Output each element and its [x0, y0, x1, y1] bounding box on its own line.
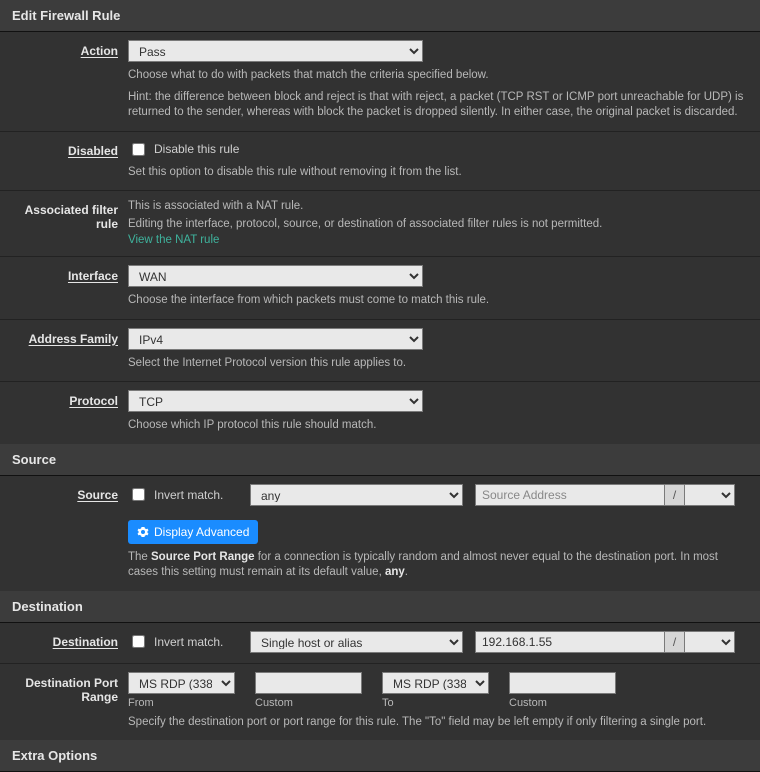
assoc-line1: This is associated with a NAT rule. [128, 199, 750, 215]
interface-select[interactable]: WAN [128, 265, 423, 287]
to-sublabel: To [382, 697, 489, 709]
destination-label: Destination [53, 635, 118, 649]
address-family-help: Select the Internet Protocol version thi… [128, 356, 750, 372]
gear-icon [137, 526, 149, 538]
destination-invert-label: Invert match. [154, 635, 223, 649]
action-help-1: Choose what to do with packets that matc… [128, 68, 750, 84]
destination-invert-checkbox[interactable] [132, 635, 145, 648]
display-advanced-button[interactable]: Display Advanced [128, 520, 258, 544]
associated-rule-label: Associated filter rule [25, 203, 118, 231]
interface-help: Choose the interface from which packets … [128, 293, 750, 309]
extra-options-header: Extra Options [0, 740, 760, 772]
disabled-label: Disabled [68, 144, 118, 158]
destination-cidr-select[interactable] [685, 631, 735, 653]
disable-rule-checkbox[interactable] [132, 143, 145, 156]
source-invert-checkbox[interactable] [132, 488, 145, 501]
slash-separator: / [665, 484, 685, 506]
protocol-help: Choose which IP protocol this rule shoul… [128, 418, 750, 434]
custom-sublabel-1: Custom [255, 697, 362, 709]
interface-label: Interface [68, 269, 118, 283]
dest-port-from-select[interactable]: MS RDP (3389) [128, 672, 235, 694]
from-sublabel: From [128, 697, 235, 709]
dest-port-range-label: Destination Port Range [25, 676, 118, 704]
dest-port-to-custom[interactable] [509, 672, 616, 694]
destination-panel-header: Destination [0, 591, 760, 623]
display-advanced-label: Display Advanced [154, 525, 249, 539]
custom-sublabel-2: Custom [509, 697, 616, 709]
protocol-select[interactable]: TCP [128, 390, 423, 412]
protocol-label: Protocol [69, 394, 118, 408]
view-nat-rule-link[interactable]: View the NAT rule [128, 234, 219, 246]
disabled-help: Set this option to disable this rule wit… [128, 165, 750, 181]
destination-type-select[interactable]: Single host or alias [250, 631, 463, 653]
dest-port-help: Specify the destination port or port ran… [128, 715, 750, 731]
disable-rule-checkbox-label: Disable this rule [154, 142, 239, 156]
destination-address-input[interactable] [475, 631, 665, 653]
slash-separator: / [665, 631, 685, 653]
source-cidr-select[interactable] [685, 484, 735, 506]
assoc-line2: Editing the interface, protocol, source,… [128, 217, 750, 233]
action-label: Action [81, 44, 118, 58]
edit-firewall-rule-header: Edit Firewall Rule [0, 0, 760, 32]
address-family-label: Address Family [29, 332, 118, 346]
action-select[interactable]: Pass [128, 40, 423, 62]
source-help: The Source Port Range for a connection i… [128, 550, 750, 581]
source-address-input[interactable] [475, 484, 665, 506]
dest-port-from-custom[interactable] [255, 672, 362, 694]
action-help-2: Hint: the difference between block and r… [128, 90, 750, 121]
source-type-select[interactable]: any [250, 484, 463, 506]
source-invert-label: Invert match. [154, 488, 223, 502]
dest-port-to-select[interactable]: MS RDP (3389) [382, 672, 489, 694]
source-panel-header: Source [0, 444, 760, 476]
source-label: Source [77, 488, 118, 502]
address-family-select[interactable]: IPv4 [128, 328, 423, 350]
